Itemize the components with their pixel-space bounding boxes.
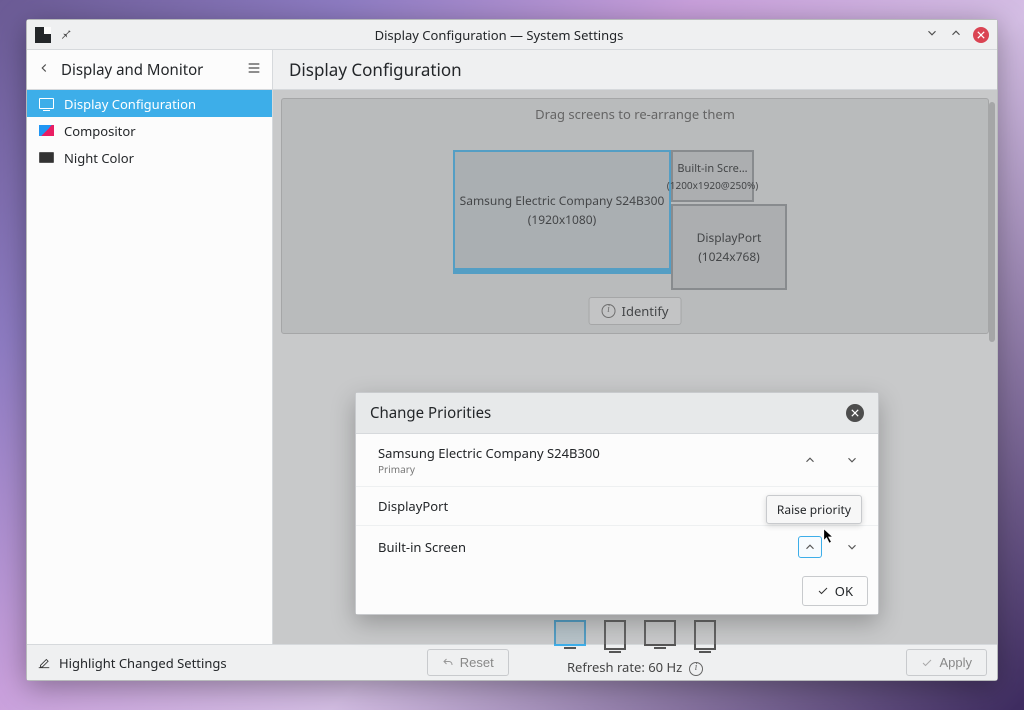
priority-row[interactable]: Built-in Screen [356, 526, 878, 568]
highlight-icon [37, 656, 51, 670]
night-color-icon [39, 152, 54, 163]
dialog-title: Change Priorities [370, 403, 846, 423]
priority-sub: Primary [378, 462, 798, 476]
settings-window: Display Configuration — System Settings … [26, 19, 998, 681]
raise-priority-button[interactable] [798, 536, 822, 558]
main-panel: Display Configuration Drag screens to re… [273, 50, 997, 644]
compositor-icon [39, 125, 54, 136]
priority-name: Built-in Screen [378, 538, 798, 556]
sidebar-item-label: Compositor [64, 122, 136, 140]
back-icon[interactable] [37, 61, 51, 79]
priority-name: Samsung Electric Company S24B300 [378, 444, 798, 462]
close-icon[interactable] [973, 27, 989, 43]
page-title: Display Configuration [273, 50, 997, 90]
sidebar-item-label: Display Configuration [64, 95, 196, 113]
raise-priority-button[interactable] [798, 449, 822, 471]
change-priorities-dialog: Change Priorities Samsung Electric Compa… [355, 392, 879, 615]
lower-priority-button[interactable] [840, 449, 864, 471]
sidebar: Display and Monitor Display Configuratio… [27, 50, 273, 644]
minimize-icon[interactable] [925, 26, 939, 44]
close-icon[interactable] [846, 404, 864, 422]
refresh-rate-value: 60 Hz [648, 658, 682, 676]
sidebar-item-label: Night Color [64, 149, 134, 167]
priority-row[interactable]: Samsung Electric Company S24B300 Primary [356, 434, 878, 487]
maximize-icon[interactable] [949, 26, 963, 44]
ok-button[interactable]: OK [802, 576, 868, 606]
sidebar-header: Display and Monitor [27, 50, 272, 90]
sidebar-item-night-color[interactable]: Night Color [27, 144, 272, 171]
app-icon [35, 27, 51, 43]
hamburger-icon[interactable] [246, 60, 262, 80]
refresh-rate-label: Refresh rate: [567, 658, 645, 676]
tooltip: Raise priority [766, 495, 862, 524]
check-icon [817, 585, 829, 597]
dialog-header: Change Priorities [356, 393, 878, 434]
sidebar-item-compositor[interactable]: Compositor [27, 117, 272, 144]
titlebar: Display Configuration — System Settings [27, 20, 997, 50]
window-title: Display Configuration — System Settings [81, 26, 917, 44]
pin-icon[interactable] [59, 26, 73, 44]
info-icon[interactable] [689, 662, 703, 676]
monitor-icon [39, 98, 54, 109]
sidebar-title: Display and Monitor [61, 60, 236, 80]
lower-priority-button[interactable] [840, 536, 864, 558]
sidebar-item-display-configuration[interactable]: Display Configuration [27, 90, 272, 117]
